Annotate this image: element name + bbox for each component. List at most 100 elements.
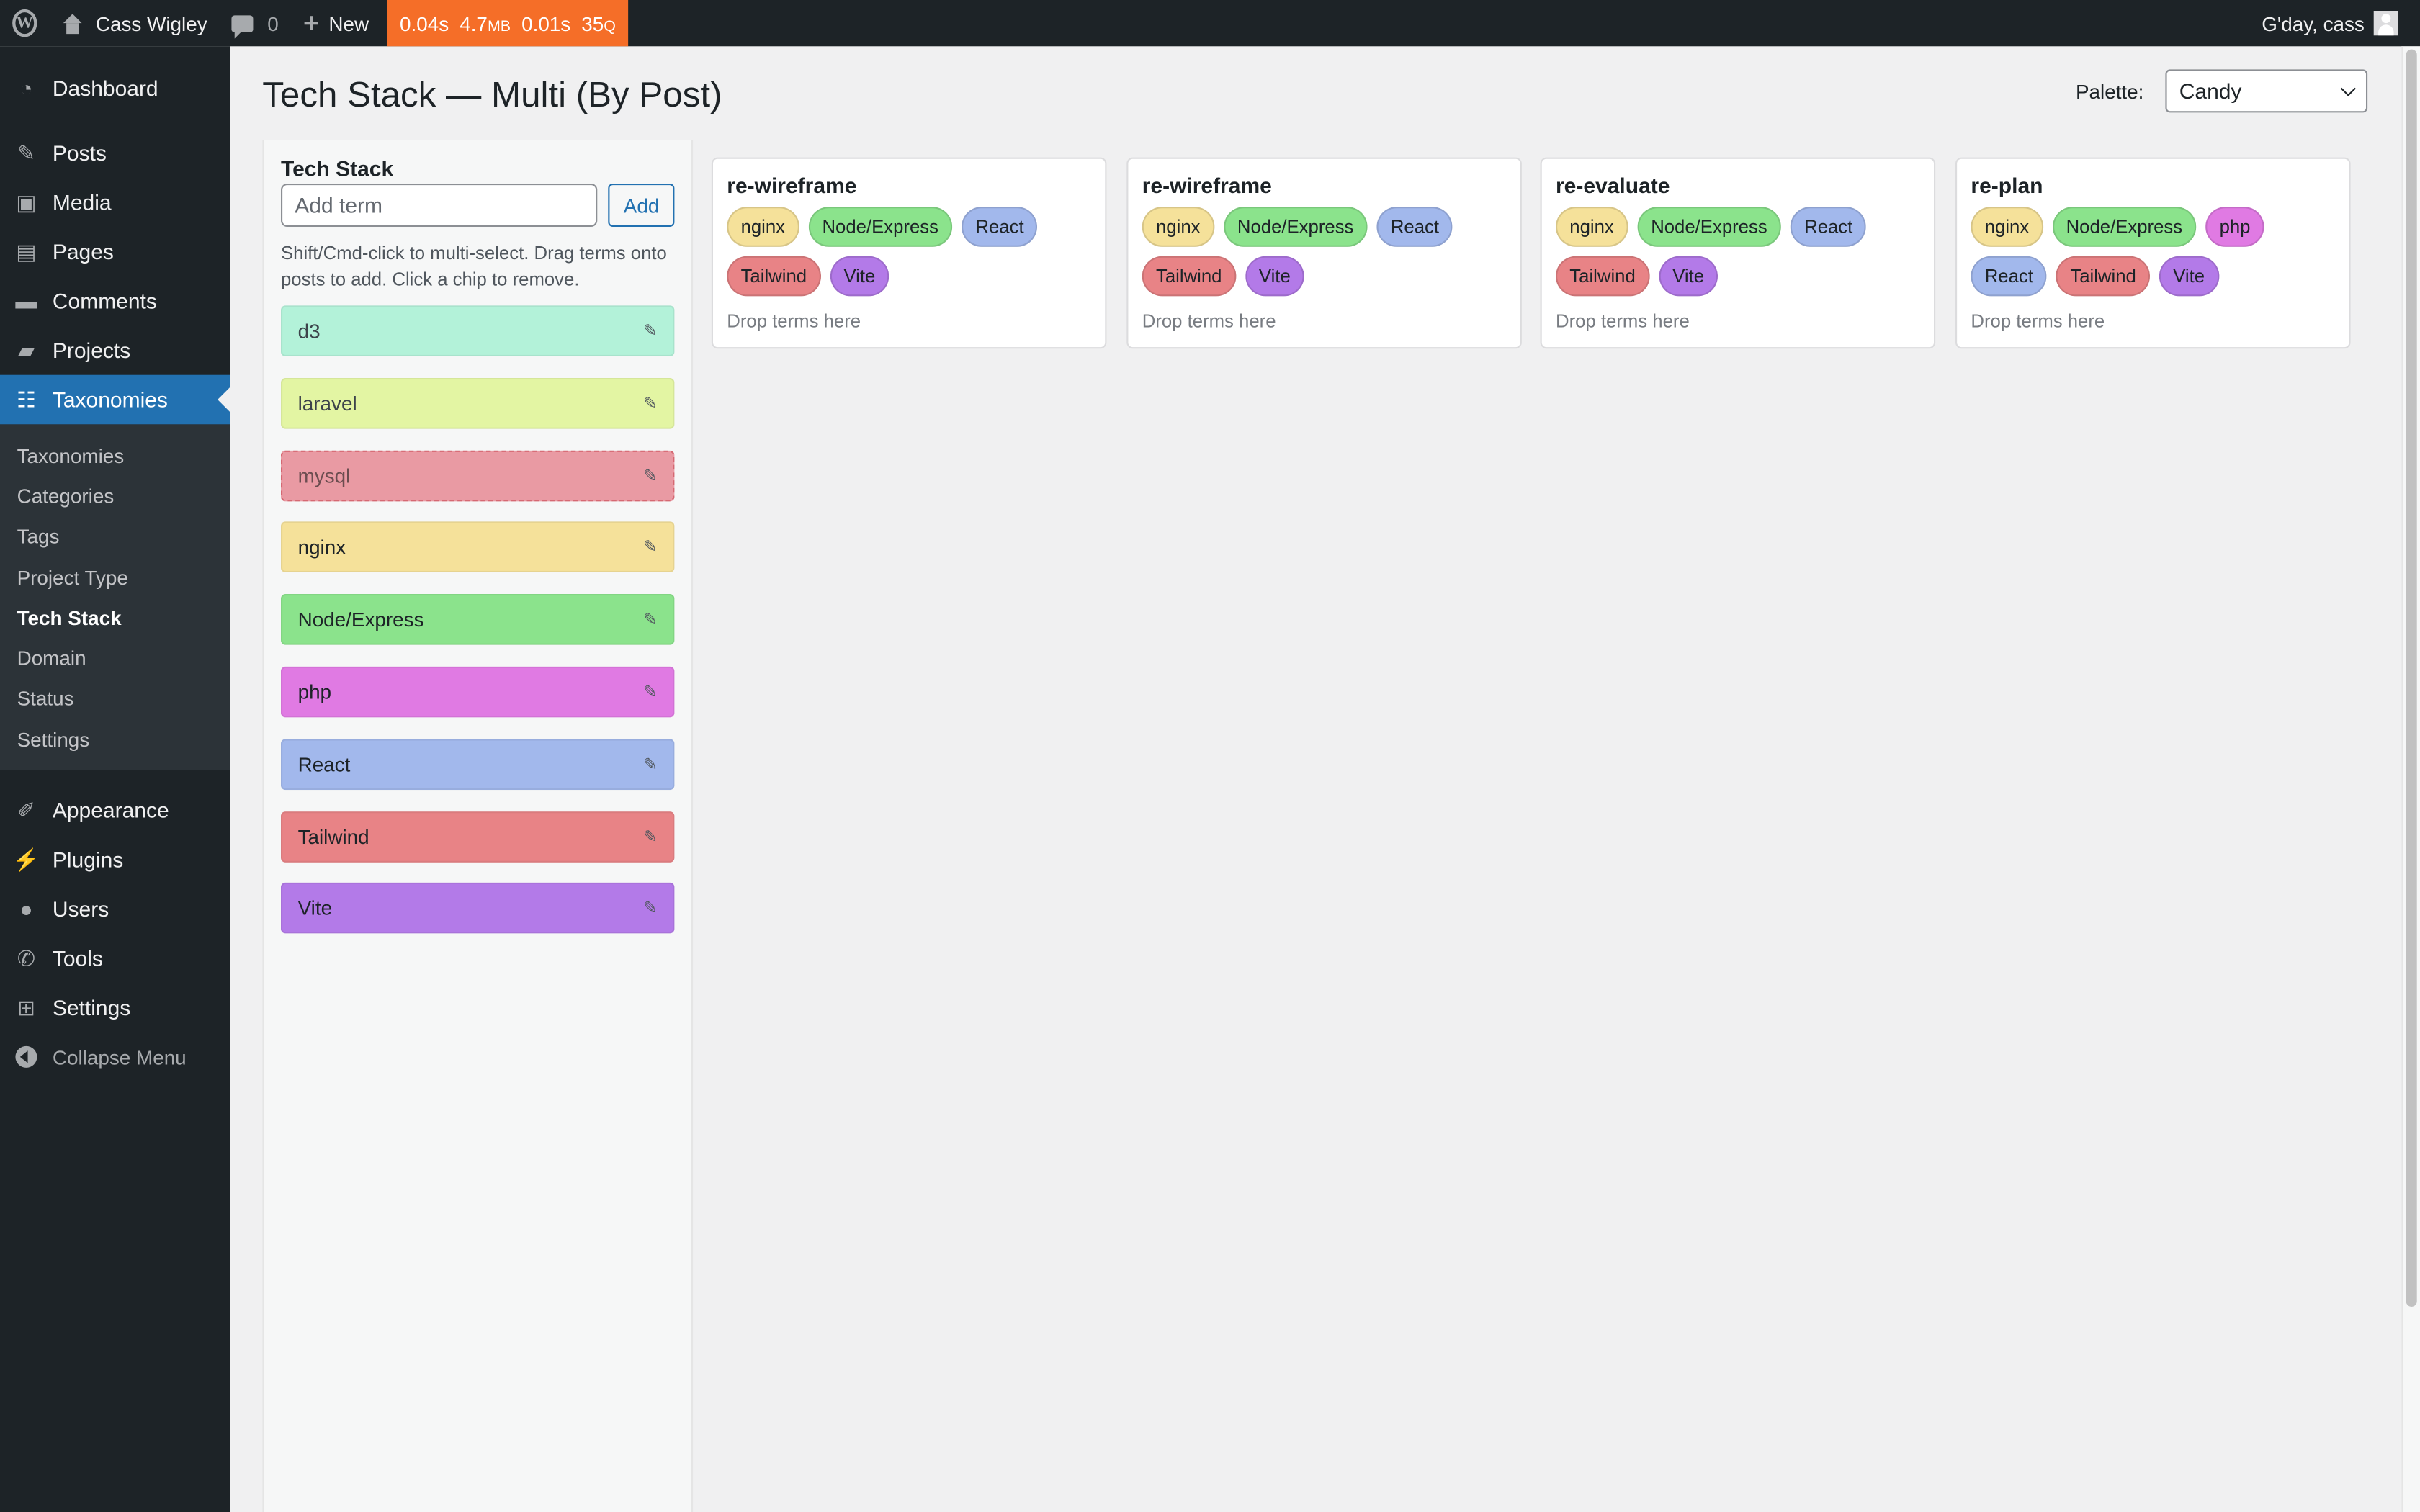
collapse-menu-button[interactable]: Collapse Menu (0, 1032, 230, 1082)
term-chip[interactable]: nginx (1142, 207, 1214, 247)
submenu-settings[interactable]: Settings (0, 719, 230, 760)
term-item[interactable]: php ✎ (281, 666, 675, 718)
submenu-taxonomies[interactable]: Taxonomies (0, 435, 230, 475)
term-chip[interactable]: Node/Express (2052, 207, 2197, 247)
user-icon: ● (19, 896, 33, 922)
menu-posts[interactable]: ✎ Posts (0, 128, 230, 178)
folder-icon: ▰ (17, 337, 35, 362)
drop-zone[interactable]: Drop terms here (1556, 310, 1920, 332)
menu-label: Media (52, 189, 112, 215)
menu-media[interactable]: ▣ Media (0, 177, 230, 227)
post-title: re-plan (1971, 173, 2043, 198)
term-item[interactable]: React ✎ (281, 738, 675, 790)
pencil-icon[interactable]: ✎ (643, 754, 658, 775)
pencil-icon[interactable]: ✎ (643, 899, 658, 919)
wordpress-logo-button[interactable]: W (0, 0, 50, 46)
pages-icon: ▤ (16, 238, 37, 264)
main-content: Tech Stack — Multi (By Post) Palette: Ca… (230, 46, 2401, 1512)
scrollbar[interactable] (2401, 46, 2420, 1512)
my-account-menu[interactable]: G'day, cass (2262, 0, 2420, 46)
plugin-icon: ⚡ (12, 847, 40, 872)
menu-settings[interactable]: ⊞ Settings (0, 984, 230, 1033)
term-chip[interactable]: php (2205, 207, 2264, 247)
drop-zone[interactable]: Drop terms here (727, 310, 1091, 332)
dashboard-icon: ◔ (19, 76, 33, 101)
pencil-icon[interactable]: ✎ (643, 538, 658, 558)
site-name-link[interactable]: Cass Wigley (50, 0, 220, 46)
term-item[interactable]: laravel ✎ (281, 377, 675, 429)
post-card[interactable]: re-wireframe nginx Node/Express React Tailwi… (711, 157, 1107, 349)
term-chip[interactable]: React (1971, 256, 2048, 297)
term-chip[interactable]: Tailwind (1556, 256, 1650, 297)
menu-users[interactable]: ● Users (0, 885, 230, 935)
post-card[interactable]: re-evaluate nginx Node/Express React Tailwin… (1540, 157, 1936, 349)
menu-taxonomies[interactable]: ☷ Taxonomies (0, 374, 230, 425)
menu-pages[interactable]: ▤ Pages (0, 227, 230, 276)
term-chip[interactable]: React (962, 207, 1038, 247)
term-label: d3 (297, 319, 321, 343)
term-chip[interactable]: nginx (727, 207, 799, 247)
pencil-icon[interactable]: ✎ (643, 827, 658, 847)
submenu-tech-stack[interactable]: Tech Stack (0, 598, 230, 638)
term-label: React (297, 752, 351, 776)
query-monitor-button[interactable]: 0.04s 4.7MB 0.01s 35Q (387, 0, 629, 47)
pencil-icon[interactable]: ✎ (643, 610, 658, 630)
collapse-icon (12, 1043, 40, 1071)
palette-select[interactable]: Candy (2165, 69, 2368, 113)
new-content-menu[interactable]: + New (291, 0, 381, 46)
term-chip[interactable]: Vite (830, 256, 889, 297)
term-chip[interactable]: Vite (1245, 256, 1305, 297)
post-card[interactable]: re-plan nginx Node/Express php React Tailwind… (1955, 157, 2351, 349)
admin-sidebar: ◔ Dashboard ✎ Posts ▣ Media ▤ Pages ▬ Co… (0, 46, 230, 1512)
term-chip[interactable]: Vite (2159, 256, 2219, 297)
menu-label: Posts (52, 140, 107, 166)
term-chip[interactable]: React (1376, 207, 1453, 247)
menu-comments[interactable]: ▬ Comments (0, 276, 230, 326)
submenu-status[interactable]: Status (0, 678, 230, 719)
submenu-domain[interactable]: Domain (0, 638, 230, 678)
pencil-icon[interactable]: ✎ (643, 393, 658, 413)
comment-icon (231, 14, 254, 38)
term-chip[interactable]: Node/Express (808, 207, 953, 247)
drop-zone[interactable]: Drop terms here (1142, 310, 1507, 332)
menu-plugins[interactable]: ⚡ Plugins (0, 835, 230, 885)
term-item[interactable]: Vite ✎ (281, 883, 675, 935)
term-chip[interactable]: Tailwind (1142, 256, 1236, 297)
term-chip[interactable]: React (1790, 207, 1867, 247)
submenu-project-type[interactable]: Project Type (0, 557, 230, 597)
scrollbar-thumb[interactable] (2406, 49, 2417, 1308)
submenu-categories[interactable]: Categories (0, 476, 230, 516)
menu-label: Tools (52, 946, 103, 971)
menu-label: Taxonomies (52, 387, 168, 413)
term-label: laravel (297, 391, 357, 415)
term-chip[interactable]: Tailwind (2056, 256, 2151, 297)
pencil-icon[interactable]: ✎ (643, 682, 658, 702)
term-chip[interactable]: nginx (1556, 207, 1628, 247)
menu-tools[interactable]: ✆ Tools (0, 934, 230, 984)
menu-dashboard[interactable]: ◔ Dashboard (0, 63, 230, 113)
comments-link[interactable]: 0 (220, 0, 291, 46)
drop-zone[interactable]: Drop terms here (1971, 310, 2335, 332)
term-item[interactable]: Node/Express ✎ (281, 594, 675, 646)
term-item[interactable]: d3 ✎ (281, 305, 675, 356)
menu-appearance[interactable]: ✐ Appearance (0, 786, 230, 836)
term-item[interactable]: nginx ✎ (281, 522, 675, 573)
term-label: mysql (297, 464, 351, 487)
post-card[interactable]: re-wireframe nginx Node/Express React Tailwi… (1126, 157, 1522, 349)
term-item[interactable]: Tailwind ✎ (281, 811, 675, 862)
term-item[interactable]: mysql ✎ (281, 449, 675, 501)
add-term-input[interactable] (281, 183, 598, 227)
term-chip[interactable]: Node/Express (1636, 207, 1781, 247)
submenu-tags[interactable]: Tags (0, 516, 230, 557)
admin-bar: W Cass Wigley 0 + New 0.04s 4.7MB 0.01s … (0, 0, 2420, 47)
pencil-icon[interactable]: ✎ (643, 465, 658, 485)
term-chip[interactable]: nginx (1971, 207, 2043, 247)
pencil-icon[interactable]: ✎ (643, 321, 658, 341)
term-chip[interactable]: Node/Express (1223, 207, 1368, 247)
add-term-button[interactable]: Add (608, 183, 675, 227)
menu-projects[interactable]: ▰ Projects (0, 325, 230, 375)
term-chip[interactable]: Vite (1658, 256, 1718, 297)
term-chip[interactable]: Tailwind (727, 256, 821, 297)
menu-label: Projects (52, 338, 131, 363)
page-title: Tech Stack — Multi (By Post) (262, 73, 722, 114)
